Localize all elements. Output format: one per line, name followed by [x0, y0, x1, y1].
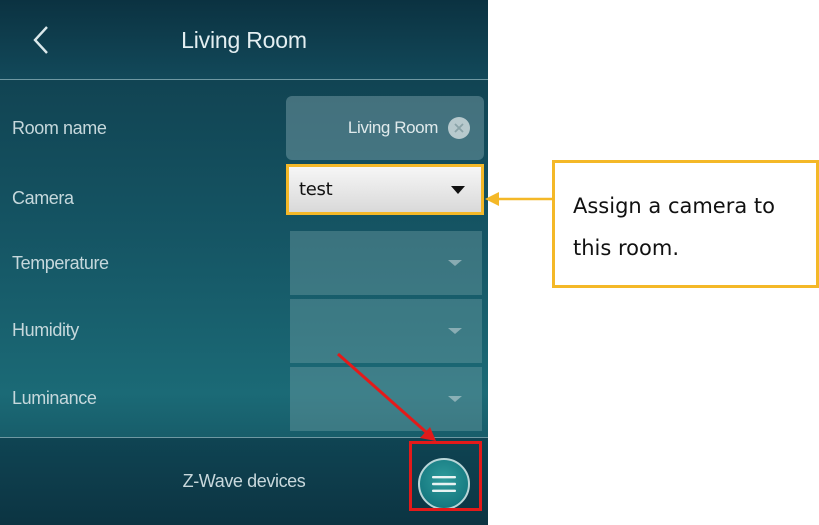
luminance-select[interactable]: [290, 367, 482, 431]
chevron-left-icon: [33, 26, 48, 54]
chevron-down-icon: [448, 260, 462, 266]
luminance-label: Luminance: [12, 388, 97, 408]
camera-select[interactable]: test: [286, 164, 484, 215]
menu-button-highlight: [409, 441, 482, 511]
back-button[interactable]: [26, 22, 56, 58]
temperature-select[interactable]: [290, 231, 482, 295]
callout-text: Assign a camera to this room.: [573, 194, 775, 260]
humidity-select[interactable]: [290, 299, 482, 363]
humidity-label: Humidity: [12, 320, 79, 340]
room-name-value: Living Room: [347, 118, 438, 137]
room-name-field[interactable]: Living Room: [286, 96, 484, 160]
room-name-label: Room name: [12, 118, 107, 138]
chevron-down-icon: [448, 328, 462, 334]
chevron-down-icon: [448, 396, 462, 402]
temperature-label: Temperature: [12, 253, 109, 273]
clear-icon[interactable]: [448, 117, 470, 139]
camera-value: test: [299, 179, 333, 200]
annotation-callout: Assign a camera to this room.: [552, 160, 819, 288]
page-title: Living Room: [181, 27, 307, 53]
chevron-down-icon: [451, 185, 465, 194]
camera-label: Camera: [12, 188, 74, 208]
app-header: Living Room: [0, 0, 488, 80]
